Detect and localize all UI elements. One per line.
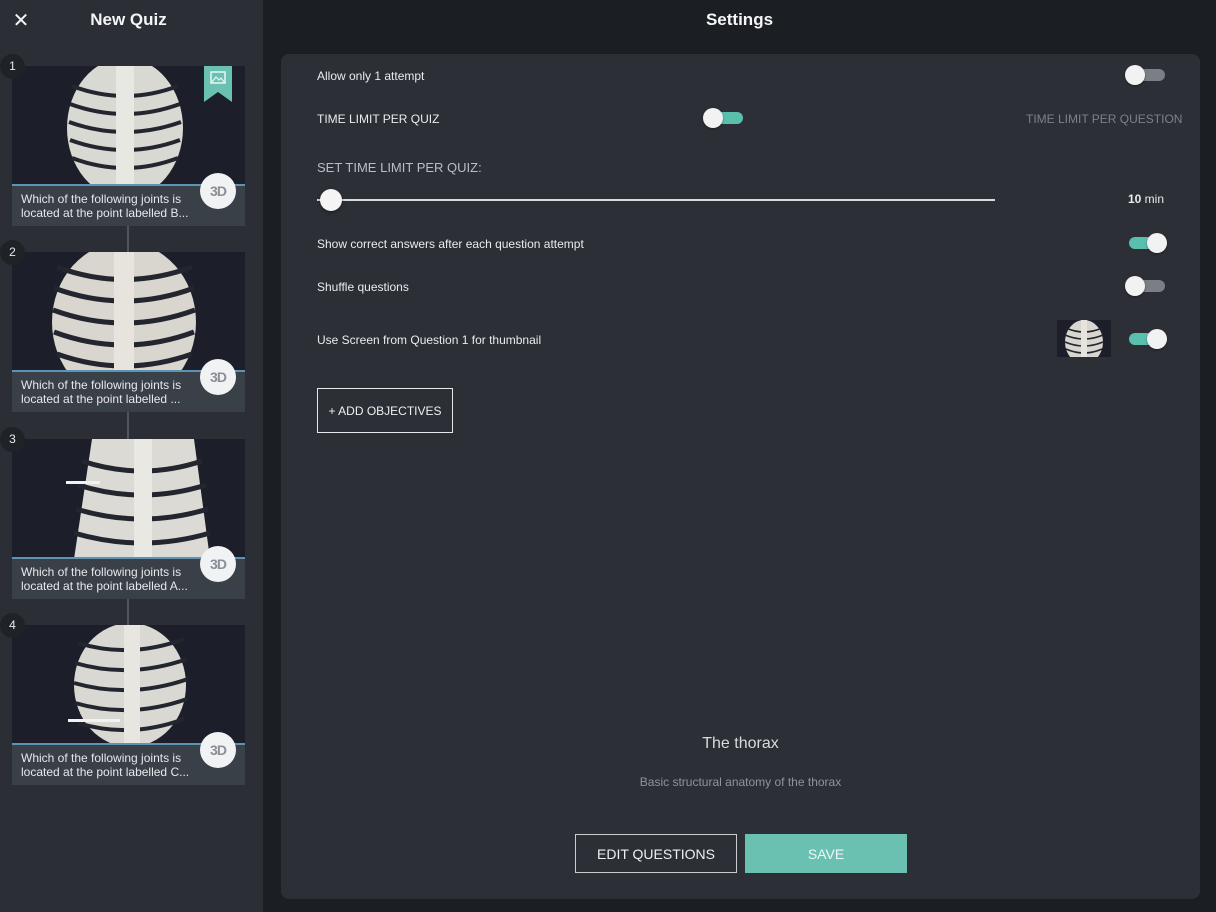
question-card-1[interactable]: 1 Which of the following joints is locat… — [0, 54, 245, 226]
toggle-knob — [1125, 276, 1145, 296]
time-limit-value: 10 min — [1100, 192, 1164, 206]
time-limit-mode-toggle[interactable] — [703, 108, 743, 128]
question-caption: Which of the following joints is located… — [21, 751, 201, 779]
caption-line: located at the point labelled ... — [21, 392, 181, 406]
caption-line: Which of the following joints is — [21, 565, 182, 579]
time-limit-slider-thumb[interactable] — [320, 189, 342, 211]
view-3d-button[interactable]: 3D — [200, 546, 236, 582]
ribcage-image — [52, 252, 196, 370]
toggle-knob — [1125, 65, 1145, 85]
bookmark-image-icon[interactable] — [204, 66, 232, 102]
question-thumbnail — [12, 252, 245, 372]
question-caption: Which of the following joints is located… — [21, 565, 201, 593]
question-card-4[interactable]: 4 Which of the following joints is locat… — [0, 613, 245, 785]
ribcage-image — [68, 625, 189, 743]
ribcage-image — [66, 439, 211, 557]
ribcage-image — [1064, 320, 1104, 357]
toggle-knob — [1147, 329, 1167, 349]
save-button[interactable]: SAVE — [745, 834, 907, 873]
caption-line: Which of the following joints is — [21, 751, 182, 765]
shuffle-questions-label: Shuffle questions — [317, 280, 409, 294]
sidebar-header: ✕ New Quiz — [0, 0, 263, 40]
caption-line: Which of the following joints is — [21, 378, 182, 392]
settings-panel — [281, 54, 1200, 899]
question-number: 1 — [0, 54, 25, 79]
use-screen-thumbnail-toggle[interactable] — [1127, 329, 1167, 349]
caption-line: located at the point labelled C... — [21, 765, 190, 779]
toggle-knob — [703, 108, 723, 128]
show-correct-answers-label: Show correct answers after each question… — [317, 237, 584, 251]
time-limit-number: 10 — [1127, 192, 1142, 206]
sidebar: ✕ New Quiz 1 Which of the following join… — [0, 0, 263, 912]
allow-one-attempt-label: Allow only 1 attempt — [317, 69, 425, 83]
connector-line — [127, 412, 129, 439]
add-objectives-button[interactable]: + ADD OBJECTIVES — [317, 388, 453, 433]
time-limit-per-question-label[interactable]: TIME LIMIT PER QUESTION — [1026, 112, 1182, 126]
shuffle-questions-toggle[interactable] — [1125, 276, 1165, 296]
view-3d-button[interactable]: 3D — [200, 732, 236, 768]
question-thumbnail — [12, 66, 245, 186]
set-time-limit-label: SET TIME LIMIT PER QUIZ: — [317, 160, 482, 175]
quiz-description: Basic structural anatomy of the thorax — [639, 775, 842, 789]
caption-line: located at the point labelled A... — [21, 579, 188, 593]
view-3d-button[interactable]: 3D — [200, 173, 236, 209]
allow-one-attempt-toggle[interactable] — [1125, 65, 1165, 85]
show-correct-answers-toggle[interactable] — [1127, 233, 1167, 253]
connector-line — [127, 226, 129, 253]
edit-questions-button[interactable]: EDIT QUESTIONS — [575, 834, 737, 873]
caption-line: Which of the following joints is — [21, 192, 182, 206]
quiz-name: The thorax — [702, 735, 779, 752]
question-caption: Which of the following joints is located… — [21, 192, 201, 220]
quiz-thumbnail-preview — [1057, 320, 1111, 357]
question-caption: Which of the following joints is located… — [21, 378, 201, 406]
page-title: Settings — [705, 10, 774, 29]
question-number: 4 — [0, 613, 25, 638]
question-thumbnail — [12, 625, 245, 745]
question-thumbnail — [12, 439, 245, 559]
toggle-knob — [1147, 233, 1167, 253]
caption-line: located at the point labelled B... — [21, 206, 189, 220]
time-limit-slider-track[interactable] — [317, 199, 995, 201]
question-card-2[interactable]: 2 Which of the following joints is locat… — [0, 240, 245, 412]
time-limit-per-quiz-label[interactable]: TIME LIMIT PER QUIZ — [317, 112, 439, 126]
use-screen-thumbnail-label: Use Screen from Question 1 for thumbnail — [317, 333, 542, 347]
question-number: 3 — [0, 427, 25, 452]
question-card-3[interactable]: 3 Which of the following joints is locat… — [0, 427, 245, 599]
sidebar-title: New Quiz — [90, 10, 167, 29]
connector-line — [127, 598, 129, 626]
question-number: 2 — [0, 240, 25, 265]
time-limit-unit: min — [1144, 192, 1164, 206]
view-3d-button[interactable]: 3D — [200, 359, 236, 395]
